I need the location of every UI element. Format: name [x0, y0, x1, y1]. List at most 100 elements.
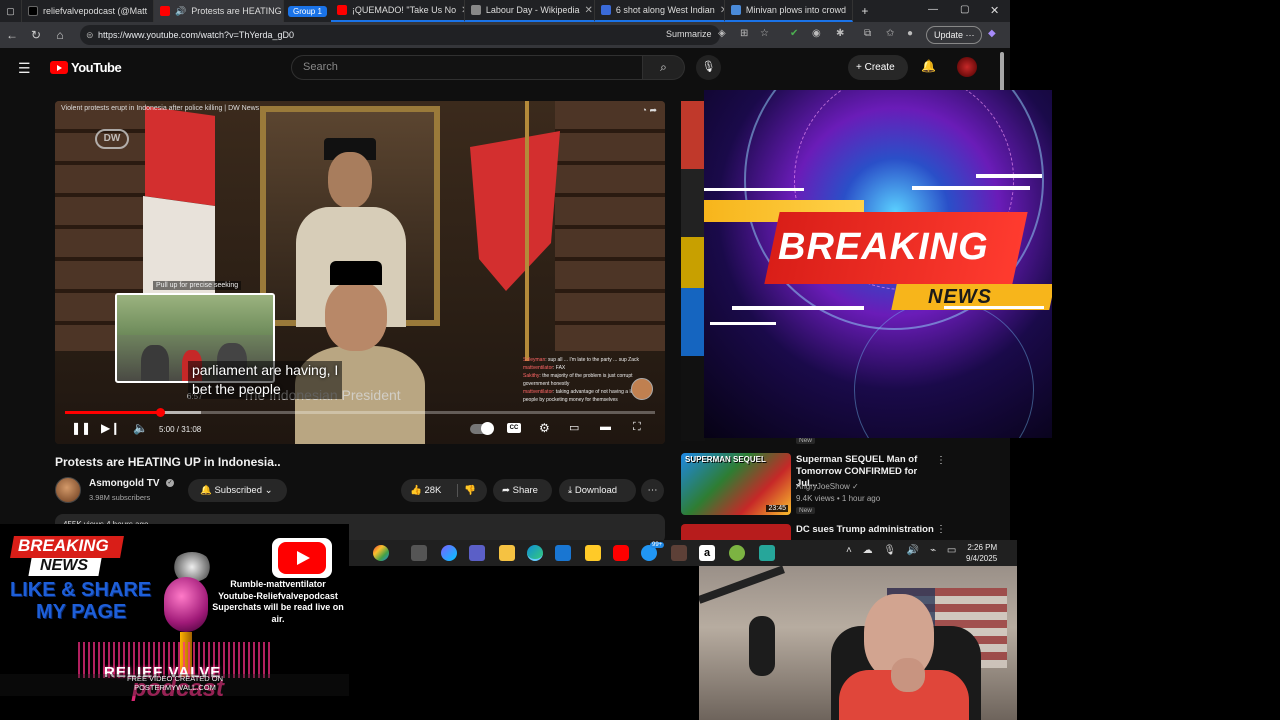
tab-5[interactable]: 6 shot along West Indian ✕: [594, 0, 725, 22]
tab-group-chip[interactable]: Group 1: [288, 5, 327, 17]
file-explorer-icon[interactable]: [499, 545, 515, 561]
amazon-icon[interactable]: a: [699, 545, 715, 561]
volume-icon[interactable]: 🔈: [133, 421, 148, 435]
minimize-icon[interactable]: —: [928, 4, 938, 15]
maximize-icon[interactable]: ▢: [960, 4, 969, 15]
copilot-icon[interactable]: ◆: [988, 28, 996, 39]
dislike-button[interactable]: 👎: [464, 479, 476, 502]
ups-icon[interactable]: [671, 545, 687, 561]
task-view-icon[interactable]: [411, 545, 427, 561]
download-button[interactable]: ⤓ Download: [559, 479, 636, 502]
system-tray-icons[interactable]: ˄ ☁ 🎙 🔊 ⌁ ▭: [846, 545, 960, 556]
like-button[interactable]: 👍 28K: [410, 479, 441, 502]
white-bar: [732, 306, 864, 310]
speaker-face: [325, 281, 387, 351]
channel-name[interactable]: Asmongold TV: [89, 478, 160, 489]
close-tab-icon[interactable]: ✕: [584, 5, 592, 16]
copilot-icon[interactable]: [441, 545, 457, 561]
search-input[interactable]: Search: [291, 55, 643, 80]
theater-mode-icon[interactable]: ▬: [600, 421, 611, 433]
tab-actions-icon[interactable]: ▢: [0, 0, 22, 22]
tab-6[interactable]: Minivan plows into crowd ✕: [724, 0, 853, 22]
next-icon[interactable]: ▶❙: [101, 421, 120, 435]
new-badge: New: [796, 437, 816, 444]
update-button[interactable]: Update ⋯: [926, 26, 982, 44]
news-icon: [600, 5, 611, 15]
sidebar-video-thumbnail[interactable]: [681, 524, 791, 540]
split-icon[interactable]: ⧉: [864, 28, 871, 39]
promo-info-text: Rumble-mattventilator Youtube-Reliefvalv…: [212, 579, 344, 624]
chat-message: mattventilator: FAX: [523, 365, 566, 371]
check-icon[interactable]: ✔: [790, 28, 798, 39]
tab-bar: ▢ reliefvalvepodcast (@Matt ✕ 🔊 Protests…: [0, 0, 1010, 22]
youtube-logo[interactable]: YouTube: [50, 60, 122, 75]
more-vert-icon[interactable]: ⋮: [936, 524, 946, 535]
download-icon: ⤓: [568, 485, 575, 496]
back-icon[interactable]: ←: [0, 28, 24, 42]
channel-avatar[interactable]: [55, 477, 81, 503]
tab-2[interactable]: 🔊 Protests are HEATING ✕: [154, 0, 284, 22]
miniplayer-icon[interactable]: ▭: [569, 421, 579, 434]
site-info-icon[interactable]: ⊜: [86, 25, 94, 45]
tab-1[interactable]: reliefvalvepodcast (@Matt ✕: [22, 0, 154, 22]
update-label: Update: [934, 30, 964, 40]
translate-icon[interactable]: ◈: [718, 28, 726, 39]
credit-line-1: FREE VIDEO CREATED ON: [126, 674, 224, 683]
game-icon[interactable]: [373, 545, 389, 561]
share-button[interactable]: ➦ Share: [493, 479, 552, 502]
shopping-icon[interactable]: [585, 545, 601, 561]
sidebar-video-title[interactable]: DC sues Trump administration: [796, 524, 934, 535]
speaker-cap: [330, 261, 382, 285]
account-avatar[interactable]: [957, 57, 977, 77]
notifications-bell-icon[interactable]: 🔔: [921, 59, 936, 73]
pause-icon[interactable]: ❚❚: [71, 421, 91, 435]
profile-icon[interactable]: ●: [907, 28, 913, 39]
sidebar-video-channel[interactable]: AngryJoeShow ✓: [796, 482, 859, 491]
audio-icon[interactable]: 🔊: [175, 6, 186, 17]
teams-icon[interactable]: [469, 545, 485, 561]
subscriber-count: 3.98M subscribers: [89, 493, 151, 502]
progress-scrubber[interactable]: [155, 408, 165, 417]
reload-icon[interactable]: ↻: [24, 28, 48, 42]
search-button[interactable]: ⌕: [643, 55, 685, 80]
youtube-icon[interactable]: [613, 545, 629, 561]
credit-line-2: POSTERMYWALL.COM: [134, 683, 216, 692]
voice-search-button[interactable]: 🎙: [696, 55, 721, 80]
progress-bar[interactable]: [65, 408, 655, 417]
extensions-icon[interactable]: ⊞: [740, 28, 748, 39]
favorites-icon[interactable]: ✩: [886, 28, 894, 39]
edge-icon[interactable]: [527, 545, 543, 561]
new-tab-icon[interactable]: +: [853, 4, 877, 18]
white-bar: [704, 188, 804, 191]
captions-button[interactable]: CC: [507, 423, 521, 433]
create-button[interactable]: + Create: [848, 55, 908, 80]
more-actions-button[interactable]: ⋯: [641, 479, 664, 502]
close-window-icon[interactable]: ✕: [990, 4, 999, 17]
fullscreen-icon[interactable]: ⛶: [633, 421, 641, 434]
subscribed-button[interactable]: 🔔 Subscribed ⌄: [188, 479, 287, 502]
notification-badge: 99+: [650, 542, 665, 548]
app-w-icon[interactable]: [729, 545, 745, 561]
promo-my-page: MY PAGE: [36, 601, 127, 623]
clock[interactable]: 2:26 PM 9/4/2025: [966, 542, 997, 564]
summarize-button[interactable]: Summarize: [666, 29, 712, 39]
channel-name: AngryJoeShow: [796, 482, 850, 491]
puzzle-icon[interactable]: ✱: [836, 28, 844, 39]
tab-3[interactable]: ¡QUEMADO! "Take Us No ✕: [330, 0, 465, 22]
sidebar-video-thumbnail[interactable]: SUPERMAN SEQUEL 23:45: [681, 453, 791, 515]
home-icon[interactable]: ⌂: [48, 28, 72, 42]
share-icon[interactable]: ◔ ➦: [642, 105, 657, 116]
menu-icon[interactable]: ☰: [18, 60, 31, 77]
tab-4[interactable]: Labour Day - Wikipedia ✕: [464, 0, 595, 22]
settings-gear-icon[interactable]: ⚙: [539, 421, 550, 435]
url-field[interactable]: ⊜ https://www.youtube.com/watch?v=ThYerd…: [80, 25, 720, 45]
store-icon[interactable]: [555, 545, 571, 561]
star-icon[interactable]: ☆: [760, 28, 769, 39]
video-title: Protests are HEATING UP in Indonesia..: [55, 455, 281, 469]
more-vert-icon[interactable]: ⋮: [936, 455, 946, 466]
extension-icon[interactable]: ◉: [812, 28, 821, 39]
app-icon[interactable]: [759, 545, 775, 561]
video-player[interactable]: Violent protests erupt in Indonesia afte…: [55, 101, 665, 444]
autoplay-toggle[interactable]: [470, 422, 494, 435]
sidebar-thumbnails-partial[interactable]: [681, 101, 705, 441]
